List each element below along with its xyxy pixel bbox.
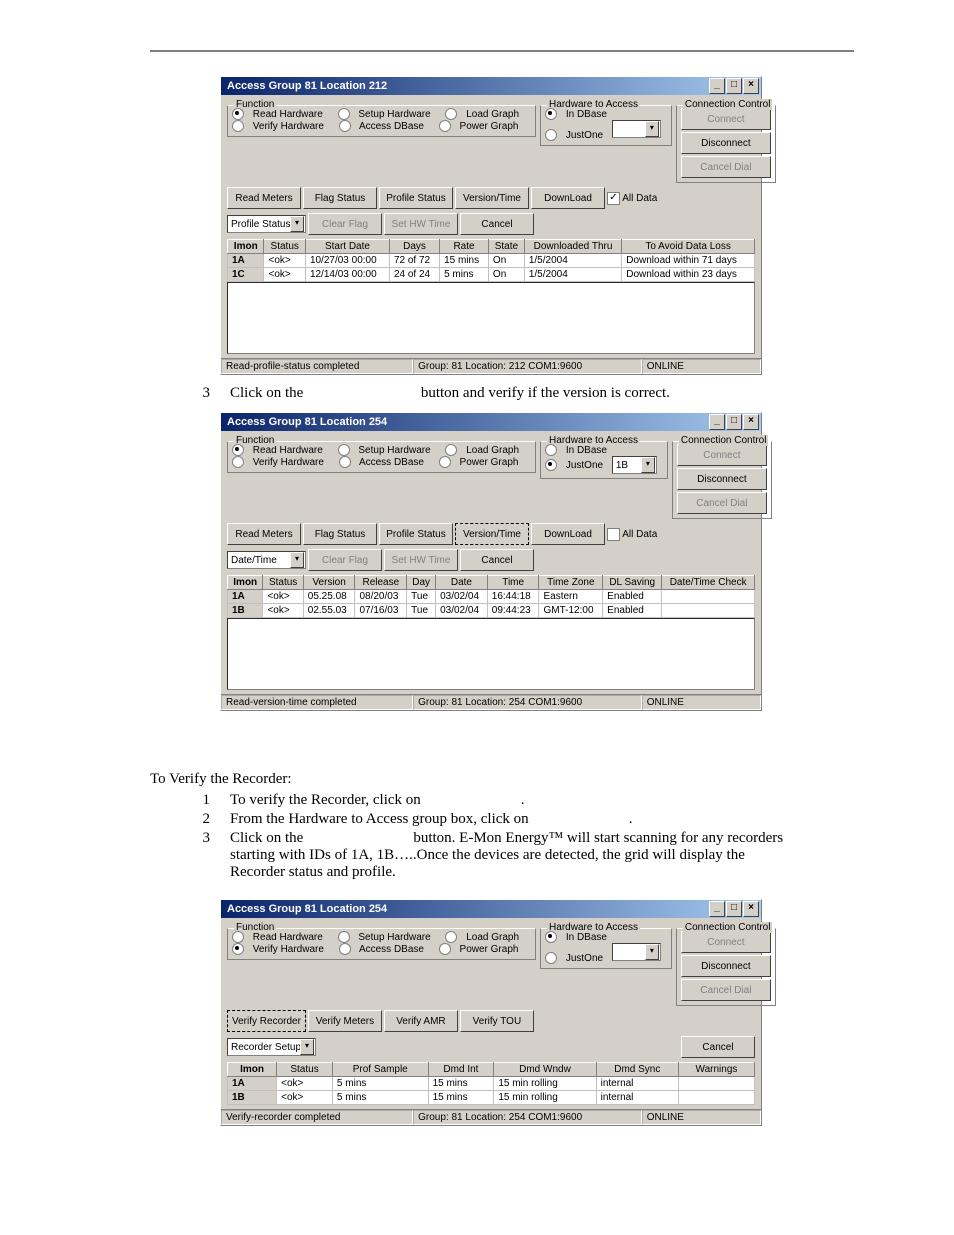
grid-1: ImonStatusStart DateDaysRateStateDownloa…: [227, 239, 755, 282]
col-header: Imon: [228, 576, 263, 590]
grid-2: ImonStatusVersionReleaseDayDateTimeTime …: [227, 575, 755, 618]
recorder-setup-dropdown[interactable]: Recorder Setup: [227, 1038, 316, 1056]
minimize-icon[interactable]: _: [709, 414, 725, 430]
col-header: Imon: [228, 1063, 277, 1077]
window-title: Access Group 81 Location 254: [227, 413, 387, 431]
col-header: Release: [355, 576, 407, 590]
disconnect-button[interactable]: Disconnect: [681, 132, 771, 154]
col-header: Status: [277, 1063, 333, 1077]
col-header: To Avoid Data Loss: [622, 240, 755, 254]
profile-status-button[interactable]: Profile Status: [379, 187, 453, 209]
col-header: Time Zone: [539, 576, 603, 590]
flag-status-button[interactable]: Flag Status: [303, 187, 377, 209]
close-icon[interactable]: ×: [743, 414, 759, 430]
step-number: 3: [200, 385, 210, 402]
function-group: Function Read Hardware Setup Hardware Lo…: [227, 105, 536, 137]
col-header: Version: [303, 576, 355, 590]
justone-dropdown[interactable]: 1B: [612, 456, 657, 474]
col-header: Start Date: [305, 240, 389, 254]
verify-tou-button[interactable]: Verify TOU: [460, 1010, 534, 1032]
radio-justone[interactable]: [545, 129, 557, 141]
col-header: Dmd Sync: [596, 1063, 678, 1077]
col-header: Date/Time Check: [662, 576, 755, 590]
table-row[interactable]: 1A<ok>10/27/03 00:0072 of 7215 minsOn1/5…: [228, 254, 755, 268]
table-row[interactable]: 1B<ok>5 mins15 mins15 min rollinginterna…: [228, 1091, 755, 1105]
all-data-checkbox[interactable]: ✓: [607, 192, 620, 205]
cancel-button[interactable]: Cancel: [460, 213, 534, 235]
col-header: Dmd Int: [428, 1063, 494, 1077]
grid-header: ImonStatusStart DateDaysRateStateDownloa…: [228, 240, 755, 254]
col-header: Days: [389, 240, 439, 254]
verify-recorder-button[interactable]: Verify Recorder: [227, 1010, 306, 1032]
titlebar[interactable]: Access Group 81 Location 212 _ □ ×: [221, 77, 761, 95]
radio-access-dbase[interactable]: [339, 120, 351, 132]
window-1: Access Group 81 Location 212 _ □ × Funct…: [220, 76, 762, 375]
version-time-button[interactable]: Version/Time: [455, 187, 529, 209]
col-header: Date: [436, 576, 488, 590]
download-button[interactable]: DownLoad: [531, 187, 605, 209]
maximize-icon[interactable]: □: [726, 414, 742, 430]
hardware-group: Hardware to Access In DBase JustOne: [540, 105, 672, 146]
table-row[interactable]: 1A<ok>5 mins15 mins15 min rollinginterna…: [228, 1077, 755, 1091]
col-header: Downloaded Thru: [524, 240, 621, 254]
clear-flag-button[interactable]: Clear Flag: [308, 213, 382, 235]
set-hw-time-button[interactable]: Set HW Time: [384, 213, 458, 235]
window-title: Access Group 81 Location 212: [227, 77, 387, 95]
table-row[interactable]: 1B<ok>02.55.0307/16/03Tue03/02/0409:44:2…: [228, 604, 755, 618]
version-time-button[interactable]: Version/Time: [455, 523, 529, 545]
close-icon[interactable]: ×: [743, 901, 759, 917]
col-header: Status: [263, 576, 303, 590]
connect-button[interactable]: Connect: [681, 108, 771, 130]
col-header: Warnings: [678, 1063, 754, 1077]
profile-status-dropdown[interactable]: Profile Status: [227, 215, 306, 233]
col-header: Dmd Wndw: [494, 1063, 596, 1077]
col-header: Prof Sample: [332, 1063, 428, 1077]
radio-load-graph[interactable]: [445, 108, 457, 120]
radio-power-graph[interactable]: [439, 120, 451, 132]
window-2: Access Group 81 Location 254 _ □ × Funct…: [220, 412, 762, 711]
read-meters-button[interactable]: Read Meters: [227, 187, 301, 209]
radio-verify-hardware[interactable]: [232, 943, 244, 955]
status-bar: Read-profile-status completed Group: 81 …: [221, 358, 761, 374]
cancel-dial-button[interactable]: Cancel Dial: [681, 156, 771, 178]
close-icon[interactable]: ×: [743, 78, 759, 94]
justone-dropdown[interactable]: [612, 120, 661, 138]
radio-in-dbase[interactable]: [545, 108, 557, 120]
col-header: State: [488, 240, 524, 254]
col-header: Imon: [228, 240, 264, 254]
minimize-icon[interactable]: _: [709, 78, 725, 94]
col-header: DL Saving: [603, 576, 662, 590]
col-header: Time: [487, 576, 539, 590]
table-row[interactable]: 1C<ok>12/14/03 00:0024 of 245 minsOn1/5/…: [228, 268, 755, 282]
window-3: Access Group 81 Location 254 _ □ × Funct…: [220, 899, 762, 1126]
table-row[interactable]: 1A<ok>05.25.0808/20/03Tue03/02/0416:44:1…: [228, 590, 755, 604]
radio-verify-hardware[interactable]: [232, 120, 244, 132]
verify-meters-button[interactable]: Verify Meters: [308, 1010, 382, 1032]
radio-read-hardware[interactable]: [232, 108, 244, 120]
grid-3: ImonStatusProf SampleDmd IntDmd WndwDmd …: [227, 1062, 755, 1105]
radio-setup-hardware[interactable]: [338, 108, 350, 120]
col-header: Rate: [440, 240, 489, 254]
maximize-icon[interactable]: □: [726, 78, 742, 94]
verify-amr-button[interactable]: Verify AMR: [384, 1010, 458, 1032]
verify-heading: To Verify the Recorder:: [150, 771, 854, 788]
window-title: Access Group 81 Location 254: [227, 900, 387, 918]
minimize-icon[interactable]: _: [709, 901, 725, 917]
maximize-icon[interactable]: □: [726, 901, 742, 917]
col-header: Day: [407, 576, 436, 590]
col-header: Status: [264, 240, 305, 254]
connection-group: Connection Control Connect Disconnect Ca…: [676, 105, 776, 183]
